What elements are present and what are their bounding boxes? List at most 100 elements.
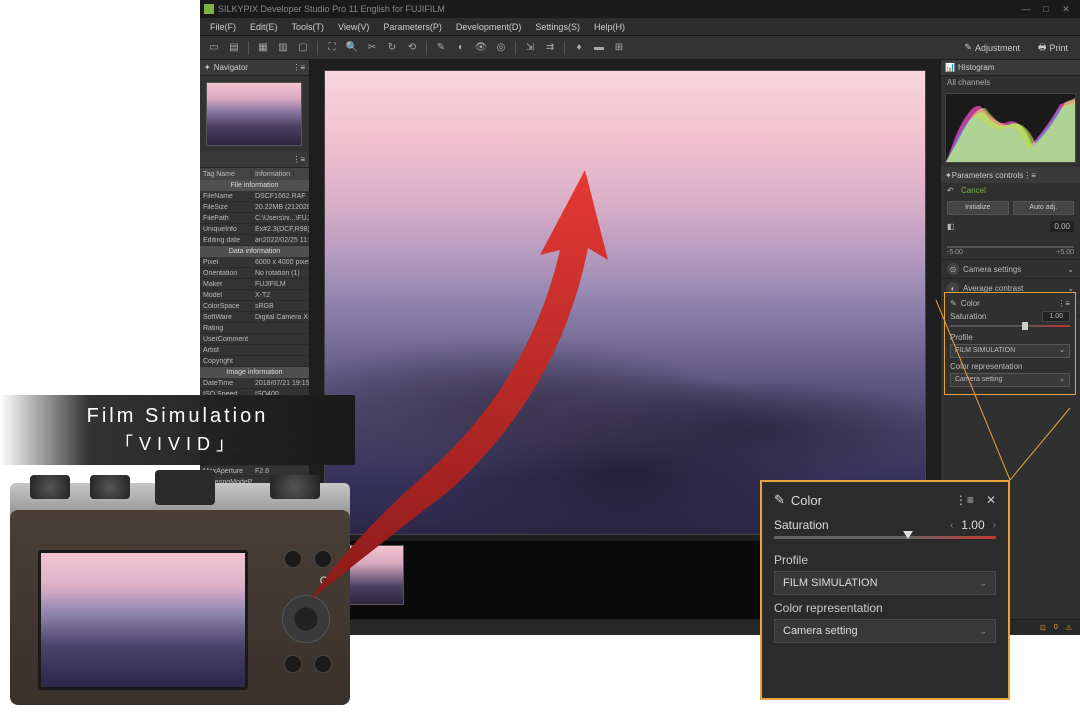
navigator-header: ✦ Navigator ⋮≡ <box>200 60 309 76</box>
window-minimize-button[interactable]: — <box>1016 4 1036 14</box>
camera-control-wheel <box>282 595 330 643</box>
image-canvas[interactable] <box>324 70 926 535</box>
info-row: OrientationNo rotation (1) <box>200 268 309 279</box>
info-row: Pixel6000 x 4000 pixel <box>200 257 309 268</box>
window-close-button[interactable]: ✕ <box>1056 4 1076 15</box>
histogram-channels[interactable]: All channels <box>941 76 1080 89</box>
undo-icon[interactable]: ↶ <box>947 186 957 195</box>
info-row: FilePathC:\Users\ni...\FUJI <box>200 213 309 224</box>
tool-batch-icon[interactable]: ⇉ <box>542 40 558 56</box>
title-bar: SILKYPIX Developer Studio Pro 11 English… <box>200 0 1080 18</box>
menu-file[interactable]: File(F) <box>204 20 242 34</box>
popup-saturation-value[interactable]: 1.00 <box>961 518 984 532</box>
menu-tools[interactable]: Tools(T) <box>286 20 331 34</box>
tool-brush-icon[interactable]: ✎ <box>433 40 449 56</box>
popup-saturation-slider[interactable] <box>774 536 996 539</box>
popup-colorrep-label: Color representation <box>774 601 996 615</box>
tool-redeye-icon[interactable]: 👁 <box>473 40 489 56</box>
camera-dial <box>270 475 320 499</box>
camera-button <box>314 550 332 568</box>
profile-dropdown[interactable]: FILM SIMULATION⌄ <box>950 344 1070 358</box>
menu-edit[interactable]: Edit(E) <box>244 20 284 34</box>
panel-menu-icon[interactable]: ⋮≡ <box>1023 171 1036 180</box>
info-row: Editing datean2022/02/25 11:56:0 <box>200 235 309 246</box>
popup-profile-label: Profile <box>774 553 996 567</box>
popup-title: Color <box>791 493 822 508</box>
exposure-icon: ◧ <box>947 222 955 231</box>
menu-parameters[interactable]: Parameters(P) <box>377 20 448 34</box>
status-b: 0 <box>1054 624 1058 631</box>
autoadj-button[interactable]: Auto adj. <box>1013 201 1075 215</box>
color-panel-small: ✎Color⋮≡ Saturation1.00 Profile FILM SIM… <box>944 292 1076 395</box>
status-a: ⊡ <box>1040 624 1046 632</box>
menu-development[interactable]: Development(D) <box>450 20 528 34</box>
menu-help[interactable]: Help(H) <box>588 20 631 34</box>
panel-menu-icon[interactable]: ⋮≡ <box>1057 299 1070 308</box>
profile-label: Profile <box>950 333 1070 342</box>
mode-adjustment[interactable]: ✎Adjustment <box>958 40 1026 55</box>
panel-menu-icon[interactable]: ⋮≡ <box>292 63 305 72</box>
initialize-button[interactable]: Initialize <box>947 201 1009 215</box>
tool-compose-icon[interactable]: ⊞ <box>611 40 627 56</box>
film-simulation-overlay: Film Simulation 「VIVID」 <box>0 395 355 465</box>
tool-save-icon[interactable]: ▤ <box>226 40 242 56</box>
saturation-decrement[interactable]: ‹ <box>950 520 953 531</box>
tool-fit-icon[interactable]: ⛶ <box>324 40 340 56</box>
tool-hdr-icon[interactable]: ♦ <box>571 40 587 56</box>
info-row: UserComment <box>200 334 309 345</box>
tool-spot-icon[interactable]: ◎ <box>493 40 509 56</box>
menu-bar: File(F) Edit(E) Tools(T) View(V) Paramet… <box>200 18 1080 36</box>
info-row: Artist <box>200 345 309 356</box>
saturation-label: Saturation <box>950 312 986 321</box>
menu-settings[interactable]: Settings(S) <box>529 20 586 34</box>
navigator-thumbnail[interactable] <box>206 82 302 146</box>
brush-icon: ✎ <box>950 299 957 308</box>
tool-zoom-icon[interactable]: 🔍 <box>344 40 360 56</box>
popup-saturation-label: Saturation <box>774 518 829 532</box>
info-row: Copyright <box>200 356 309 367</box>
tool-clone-icon[interactable]: ◐ <box>453 40 469 56</box>
colorrep-dropdown[interactable]: Camera setting⌄ <box>950 373 1070 387</box>
camera-illustration: Q <box>0 475 360 720</box>
popup-close-icon[interactable]: ✕ <box>986 493 996 507</box>
col-tagname: Tag Name <box>200 171 252 178</box>
info-section: File information <box>200 180 309 191</box>
panel-menu-icon[interactable]: ⋮≡ <box>292 155 305 164</box>
tool-rotate-icon[interactable]: ↻ <box>384 40 400 56</box>
param-collapse-row[interactable]: ⊙Camera settings⌄ <box>941 259 1080 278</box>
info-row: SoftWareDigital Camera X-T2 <box>200 312 309 323</box>
saturation-value[interactable]: 1.00 <box>1042 311 1070 322</box>
parameters-header: ✦Parameters controls⋮≡ <box>941 167 1080 183</box>
popup-profile-dropdown[interactable]: FILM SIMULATION⌄ <box>774 571 996 595</box>
camera-button-cluster: Q <box>272 545 342 695</box>
camera-dial <box>30 475 70 499</box>
tool-crop-icon[interactable]: ✂ <box>364 40 380 56</box>
camera-button <box>284 550 302 568</box>
tool-pano-icon[interactable]: ▬ <box>591 40 607 56</box>
exposure-slider[interactable]: -5.00 +5.00 <box>947 237 1074 257</box>
camera-lcd <box>38 550 248 690</box>
mode-print[interactable]: 🖶Print <box>1032 38 1074 58</box>
tool-open-icon[interactable]: ▭ <box>206 40 222 56</box>
popup-menu-icon[interactable]: ⋮≡ <box>955 493 974 507</box>
menu-view[interactable]: View(V) <box>332 20 375 34</box>
tool-single-icon[interactable]: ▢ <box>295 40 311 56</box>
col-information: Information <box>252 171 294 178</box>
app-logo-icon <box>204 4 214 14</box>
tool-grid-icon[interactable]: ▦ <box>255 40 271 56</box>
tool-export-icon[interactable]: ⇲ <box>522 40 538 56</box>
saturation-slider[interactable] <box>950 325 1070 327</box>
histogram-chart <box>945 93 1076 163</box>
popup-colorrep-dropdown[interactable]: Camera setting⌄ <box>774 619 996 643</box>
info-section: Image information <box>200 367 309 378</box>
camera-lcd-image <box>41 553 245 687</box>
info-row: FileNameDSCF1662.RAF <box>200 191 309 202</box>
tool-thumb-icon[interactable]: ▥ <box>275 40 291 56</box>
saturation-increment[interactable]: › <box>993 520 996 531</box>
camera-q-button: Q <box>316 575 332 591</box>
tool-straighten-icon[interactable]: ⟲ <box>404 40 420 56</box>
status-c: ⚠ <box>1066 624 1072 632</box>
cancel-link[interactable]: Cancel <box>961 186 986 195</box>
info-row: ModelX-T2 <box>200 290 309 301</box>
window-maximize-button[interactable]: □ <box>1036 4 1056 14</box>
